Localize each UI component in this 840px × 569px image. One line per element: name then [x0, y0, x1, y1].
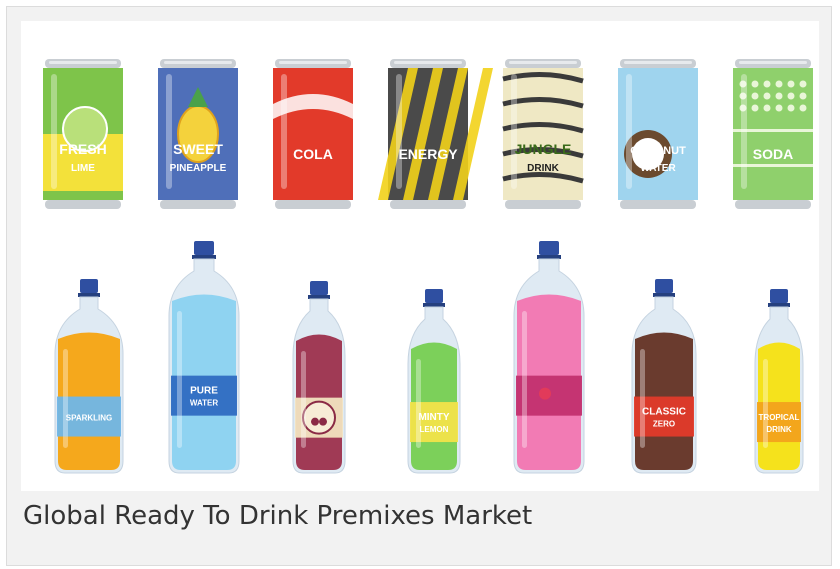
bottle: PURE WATER: [168, 241, 240, 474]
can-label-line1: ENERGY: [398, 146, 458, 162]
can-label-line2: DRINK: [527, 163, 559, 174]
bottle: [513, 241, 585, 474]
can-bottom-rim: [45, 200, 121, 209]
beverage-illustration: FRESH LIME SWEET PINEAPPLE COLA ENERGY JUNGLE D…: [21, 21, 819, 491]
can-top-highlight: [394, 61, 462, 64]
can-top-highlight: [49, 61, 117, 64]
can-shine: [626, 74, 632, 189]
bottle-label-line1: PURE: [190, 386, 218, 397]
cherry-icon: [311, 417, 319, 426]
soda-bubble: [763, 92, 771, 100]
can-top-highlight: [739, 61, 807, 64]
soda-bubble: [763, 104, 771, 112]
bottle-label-line1: CLASSIC: [642, 407, 686, 418]
can: COCONUT WATER: [618, 59, 698, 209]
soda-bubble: [751, 92, 759, 100]
can: SWEET PINEAPPLE: [158, 59, 238, 209]
cherry-badge: [302, 400, 336, 435]
bottle-cap: [770, 289, 788, 303]
can-shine: [511, 74, 517, 189]
can-top-highlight: [164, 61, 232, 64]
can-label-line2: WATER: [640, 163, 676, 174]
bottle: TROPICAL DRINK: [754, 289, 804, 474]
soda-bubble: [751, 80, 759, 88]
bottle-label-line1: MINTY: [418, 412, 449, 423]
cherry-icon: [319, 417, 327, 426]
strawberry-icon: [539, 387, 551, 400]
can-label-line2: LIME: [71, 163, 95, 174]
bottle-shine: [416, 359, 421, 448]
soda-bubble: [751, 104, 759, 112]
bottle-shine: [63, 349, 68, 448]
can: ENERGY: [378, 59, 493, 209]
bottle-label-line2: LEMON: [420, 425, 449, 434]
bottle-cap: [310, 281, 328, 295]
soda-bubble: [775, 80, 783, 88]
can-bottom-rim: [620, 200, 696, 209]
can-shine: [281, 74, 287, 189]
beverage-artwork: FRESH LIME SWEET PINEAPPLE COLA ENERGY JUNGLE D…: [43, 59, 813, 474]
bottle-label-line1: SPARKLING: [66, 414, 113, 423]
can-top-highlight: [509, 61, 577, 64]
soda-bubble: [799, 80, 807, 88]
can-bottom-rim: [735, 200, 811, 209]
bottle-cap: [655, 279, 673, 293]
image-card: FRESH LIME SWEET PINEAPPLE COLA ENERGY JUNGLE D…: [6, 6, 832, 566]
soda-bubble: [775, 104, 783, 112]
can: SODA: [733, 59, 813, 209]
can-label-line2: PINEAPPLE: [170, 163, 227, 174]
bottle-shine: [177, 311, 182, 448]
soda-bubble: [799, 104, 807, 112]
soda-bubble: [787, 92, 795, 100]
bottle-cap: [80, 279, 98, 293]
soda-bubble: [799, 92, 807, 100]
bottle-cap-ring: [192, 255, 216, 259]
bottle-label-line1: TROPICAL: [759, 413, 800, 422]
bottle-cap-ring: [308, 295, 330, 299]
soda-bubble: [787, 104, 795, 112]
bottle-label-line2: DRINK: [766, 425, 792, 434]
can-bottom-rim: [390, 200, 466, 209]
bottle-cap-ring: [653, 293, 675, 297]
bottle-shine: [763, 359, 768, 448]
bottle-cap-ring: [768, 303, 790, 307]
soda-bubble: [763, 80, 771, 88]
bottle-cap-ring: [423, 303, 445, 307]
can-top-highlight: [279, 61, 347, 64]
bottle-cap: [539, 241, 559, 255]
bottle-cap: [194, 241, 214, 255]
bottle: MINTY LEMON: [407, 289, 461, 474]
bottle-shine: [640, 349, 645, 448]
bottle-shine: [301, 351, 306, 448]
bottle-cap-ring: [537, 255, 561, 259]
can: COLA: [273, 59, 353, 209]
bottle: CLASSIC ZERO: [631, 279, 697, 474]
can-top-highlight: [624, 61, 692, 64]
soda-bubble: [775, 92, 783, 100]
image-caption: Global Ready To Drink Premixes Market: [23, 501, 533, 531]
can-label-line1: FRESH: [59, 141, 106, 157]
bottle: SPARKLING: [54, 279, 124, 474]
bottle: [292, 281, 346, 474]
can-bottom-rim: [275, 200, 351, 209]
can: FRESH LIME: [43, 59, 123, 209]
bottle-shine: [522, 311, 527, 448]
can-shine: [741, 74, 747, 189]
bottle-label-line2: ZERO: [653, 420, 675, 429]
can-label-line1: COCONUT: [630, 145, 686, 157]
can-bottom-rim: [160, 200, 236, 209]
bottle-label-line2: WATER: [190, 399, 219, 408]
can-label-line1: JUNGLE: [515, 141, 572, 157]
can-bottom-rim: [505, 200, 581, 209]
can-shine: [51, 74, 57, 189]
can-label-line1: COLA: [293, 146, 333, 162]
can: JUNGLE DRINK: [502, 59, 584, 209]
bottle-cap: [425, 289, 443, 303]
can-shine: [396, 74, 402, 189]
can-label-line1: SODA: [753, 146, 793, 162]
can-label-line1: SWEET: [173, 141, 223, 157]
soda-bubble: [787, 80, 795, 88]
bottle-cap-ring: [78, 293, 100, 297]
